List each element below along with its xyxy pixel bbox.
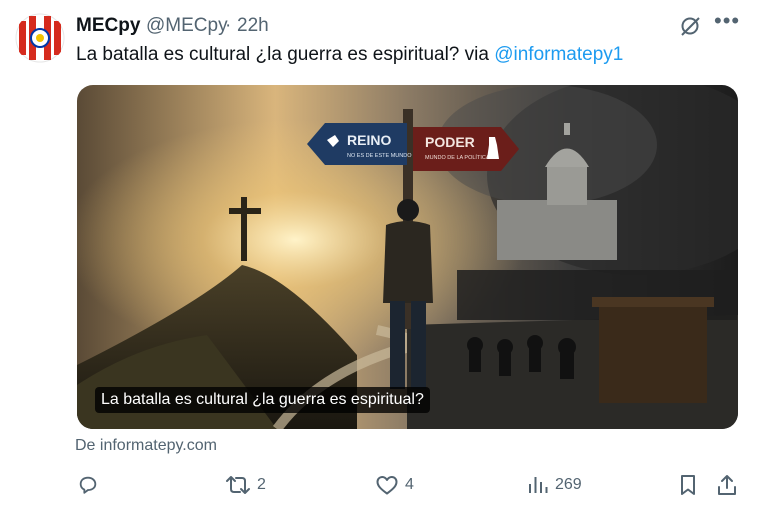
card-source-link[interactable]: De informatepy.com bbox=[75, 437, 217, 455]
author-handle[interactable]: @MECpy bbox=[146, 15, 228, 37]
avatar[interactable] bbox=[15, 13, 65, 63]
tweet-text-body: La batalla es cultural ¿la guerra es esp… bbox=[76, 44, 495, 65]
tweet-text: La batalla es cultural ¿la guerra es esp… bbox=[76, 44, 623, 66]
grok-icon[interactable] bbox=[678, 14, 702, 43]
author-name[interactable]: MECpy bbox=[76, 15, 140, 37]
views-count: 269 bbox=[555, 476, 582, 493]
sign-left-title: REINO bbox=[347, 132, 391, 148]
retweet-button[interactable]: 2 bbox=[225, 474, 266, 496]
link-card-image[interactable]: REINO NO ES DE ESTE MUNDO PODER MUNDO DE… bbox=[77, 85, 738, 429]
bookmark-icon bbox=[681, 475, 695, 495]
card-caption: La batalla es cultural ¿la guerra es esp… bbox=[95, 387, 430, 413]
more-options-icon[interactable]: ••• bbox=[714, 8, 740, 34]
like-button[interactable]: 4 bbox=[375, 474, 414, 496]
mention-link[interactable]: @informatepy1 bbox=[494, 44, 623, 65]
like-count: 4 bbox=[405, 476, 414, 493]
views-icon bbox=[529, 477, 548, 493]
separator-dot: · bbox=[225, 15, 232, 36]
heart-icon bbox=[376, 476, 398, 495]
retweet-count: 2 bbox=[257, 476, 266, 493]
views-button[interactable]: 269 bbox=[527, 474, 582, 496]
card-illustration: REINO NO ES DE ESTE MUNDO PODER MUNDO DE… bbox=[77, 85, 738, 429]
retweet-icon bbox=[226, 476, 250, 494]
share-icon bbox=[718, 475, 736, 495]
share-button[interactable] bbox=[716, 474, 738, 496]
reply-button[interactable] bbox=[77, 474, 99, 496]
sign-right-subtitle: MUNDO DE LA POLÍTICA bbox=[425, 154, 490, 161]
sign-right-title: PODER bbox=[425, 134, 475, 150]
sign-left-subtitle: NO ES DE ESTE MUNDO bbox=[347, 153, 412, 159]
tweet-timestamp[interactable]: 22h bbox=[237, 15, 269, 37]
reply-icon bbox=[79, 476, 97, 494]
bookmark-button[interactable] bbox=[678, 474, 698, 496]
paraguay-seal-logo bbox=[15, 13, 65, 63]
